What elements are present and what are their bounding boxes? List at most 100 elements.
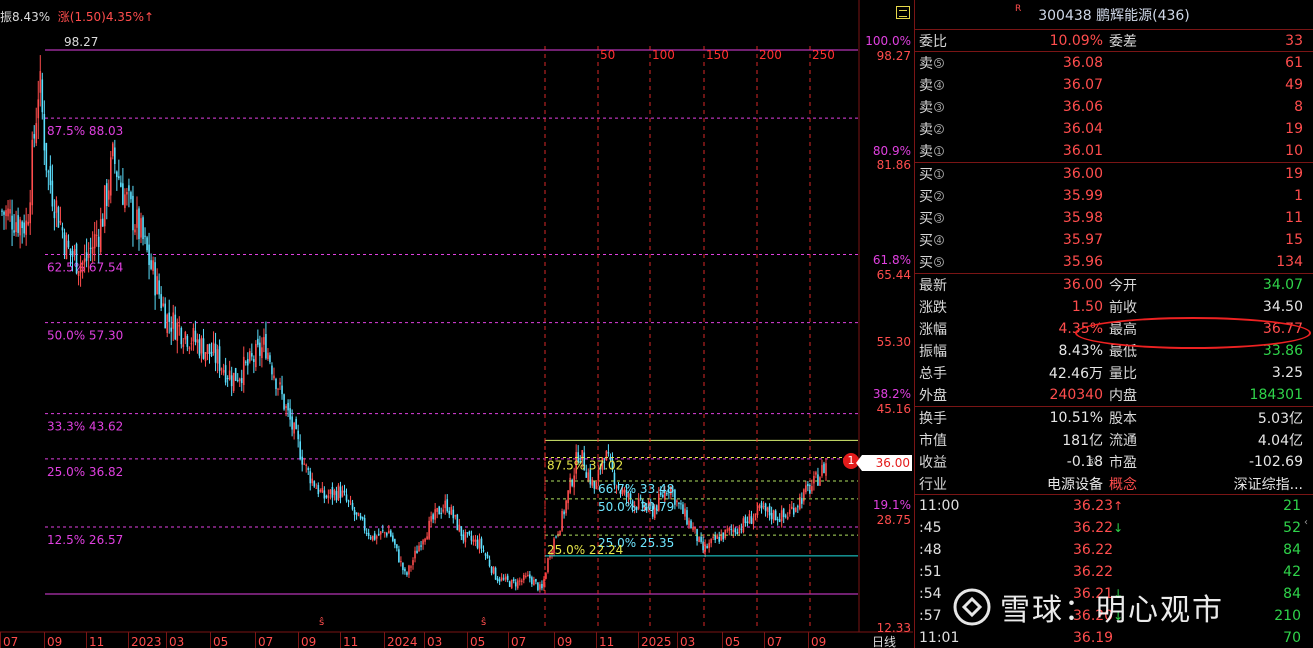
sell-row[interactable]: 卖 4 36.07 49	[915, 74, 1313, 96]
candle-body	[150, 260, 152, 269]
candle-body	[607, 452, 610, 454]
tick-price-value: 36.22	[1073, 564, 1114, 580]
candle-body	[690, 520, 692, 529]
stat-row: 外盘 240340 内盘 184301	[915, 384, 1313, 406]
candle-body	[478, 538, 481, 550]
candle-body	[694, 527, 696, 530]
candle-body	[27, 221, 29, 225]
sell-row[interactable]: 卖 3 36.06 8	[915, 96, 1313, 118]
buy-row[interactable]: 买 4 35.97 15	[915, 229, 1313, 251]
buy-level-num: 4	[934, 235, 944, 245]
candle-body	[428, 520, 430, 539]
industry-label: 行业	[919, 476, 947, 493]
stat-value: 184301	[1249, 387, 1303, 403]
candle-body	[244, 361, 247, 363]
sell-row[interactable]: 卖 1 36.01 10	[915, 140, 1313, 162]
candle-body	[712, 536, 714, 538]
cycle-label: 250	[812, 48, 835, 62]
candle-body	[156, 276, 158, 294]
candle-body	[33, 134, 36, 139]
candle-body	[128, 185, 130, 191]
candle-body	[299, 441, 301, 460]
candle-body	[563, 511, 565, 515]
candle-body	[202, 338, 205, 359]
chart-settings-icon[interactable]	[896, 6, 910, 19]
time-axis-label: 03	[680, 635, 695, 648]
candle-body	[188, 347, 191, 349]
candle-body	[142, 217, 144, 240]
candle-body	[43, 113, 46, 151]
sell-row[interactable]: 卖 5 36.08 61	[915, 52, 1313, 74]
candle-body	[462, 534, 465, 541]
tick-row[interactable]: 11:01 36.19 70	[915, 627, 1313, 648]
sell-label-text: 卖	[919, 100, 933, 116]
buy-volume: 1	[1294, 188, 1303, 204]
stat-value: 42.46万	[1048, 366, 1103, 382]
candle-body	[174, 314, 177, 340]
candle-body	[59, 220, 62, 223]
candle-body	[494, 567, 497, 580]
candle-body	[323, 490, 326, 499]
candle-body	[730, 528, 733, 530]
industry-value[interactable]: 电源设备	[1047, 474, 1103, 494]
tick-volume: 42	[1283, 564, 1301, 580]
tick-price-value: 36.22	[1073, 520, 1114, 536]
stat-label: 涨幅	[919, 322, 947, 338]
candle-body	[390, 530, 392, 537]
price-axis-label: 65.44	[877, 268, 911, 282]
buy-row[interactable]: 买 2 35.99 1	[915, 185, 1313, 207]
sell-price: 36.06	[1062, 99, 1103, 115]
candle-body	[676, 500, 678, 503]
stat-value: 33.86	[1262, 343, 1303, 359]
candle-body	[87, 254, 90, 259]
concept-label[interactable]: 概念	[1109, 474, 1137, 494]
candle-body	[126, 191, 128, 195]
candle-body	[220, 368, 223, 370]
candle-body	[162, 303, 164, 307]
buy-row[interactable]: 买 1 36.00 19	[915, 163, 1313, 185]
stat-label: 今开	[1109, 278, 1137, 294]
buy-row[interactable]: 买 3 35.98 11	[915, 207, 1313, 229]
candle-body	[158, 280, 160, 295]
tick-row[interactable]: :45 36.22↓ 52	[915, 517, 1313, 539]
tick-row[interactable]: :51 36.22 42	[915, 561, 1313, 583]
price-axis-label: 98.27	[877, 49, 911, 63]
candle-body	[359, 515, 362, 519]
tick-price-value: 36.23	[1073, 498, 1114, 514]
sell-row[interactable]: 卖 2 36.04 19	[915, 118, 1313, 140]
concept-value[interactable]: 深证综指...	[1234, 474, 1303, 494]
candle-body	[714, 535, 716, 540]
stat-value: 8.43%	[1058, 343, 1103, 359]
buy-row[interactable]: 买 5 35.96 134	[915, 251, 1313, 273]
cycle-label: 100	[652, 48, 675, 62]
candle-body	[426, 536, 428, 540]
tick-row[interactable]: :48 36.22 84	[915, 539, 1313, 561]
price-axis-label: 28.75	[877, 513, 911, 527]
candle-body	[567, 490, 569, 504]
kline-chart[interactable]: 98.27 87.5% 88.03 62.5% 67.54 50.0% 57.30 33…	[0, 0, 913, 648]
sell-volume: 19	[1285, 121, 1303, 137]
candle-body	[5, 210, 7, 217]
candle-body	[369, 537, 372, 539]
candle-body	[510, 579, 513, 589]
tick-price: 36.23↑	[1073, 498, 1123, 514]
candle-body	[198, 339, 201, 356]
scroll-up-icon[interactable]: ‹	[1301, 517, 1311, 529]
buy-label: 买2	[919, 186, 944, 206]
candle-body	[267, 352, 269, 360]
candle-body	[73, 248, 76, 255]
candle-body	[400, 560, 402, 563]
candle-body	[500, 577, 503, 581]
kline-chart-area[interactable]: 98.27 87.5% 88.03 62.5% 67.54 50.0% 57.30 33…	[0, 0, 913, 648]
candle-body	[228, 370, 231, 380]
tick-row[interactable]: 11:00 36.23↑ 21	[915, 495, 1313, 517]
candle-body	[724, 529, 727, 538]
fib-left-label: 33.3% 43.62	[47, 420, 123, 434]
candle-body	[456, 514, 459, 531]
candle-body	[750, 516, 753, 524]
candle-body	[706, 545, 708, 549]
stock-title[interactable]: R 300438 鹏辉能源(436)	[915, 0, 1313, 30]
candle-body	[105, 183, 108, 207]
candle-body	[357, 513, 360, 517]
candle-body	[794, 507, 797, 512]
